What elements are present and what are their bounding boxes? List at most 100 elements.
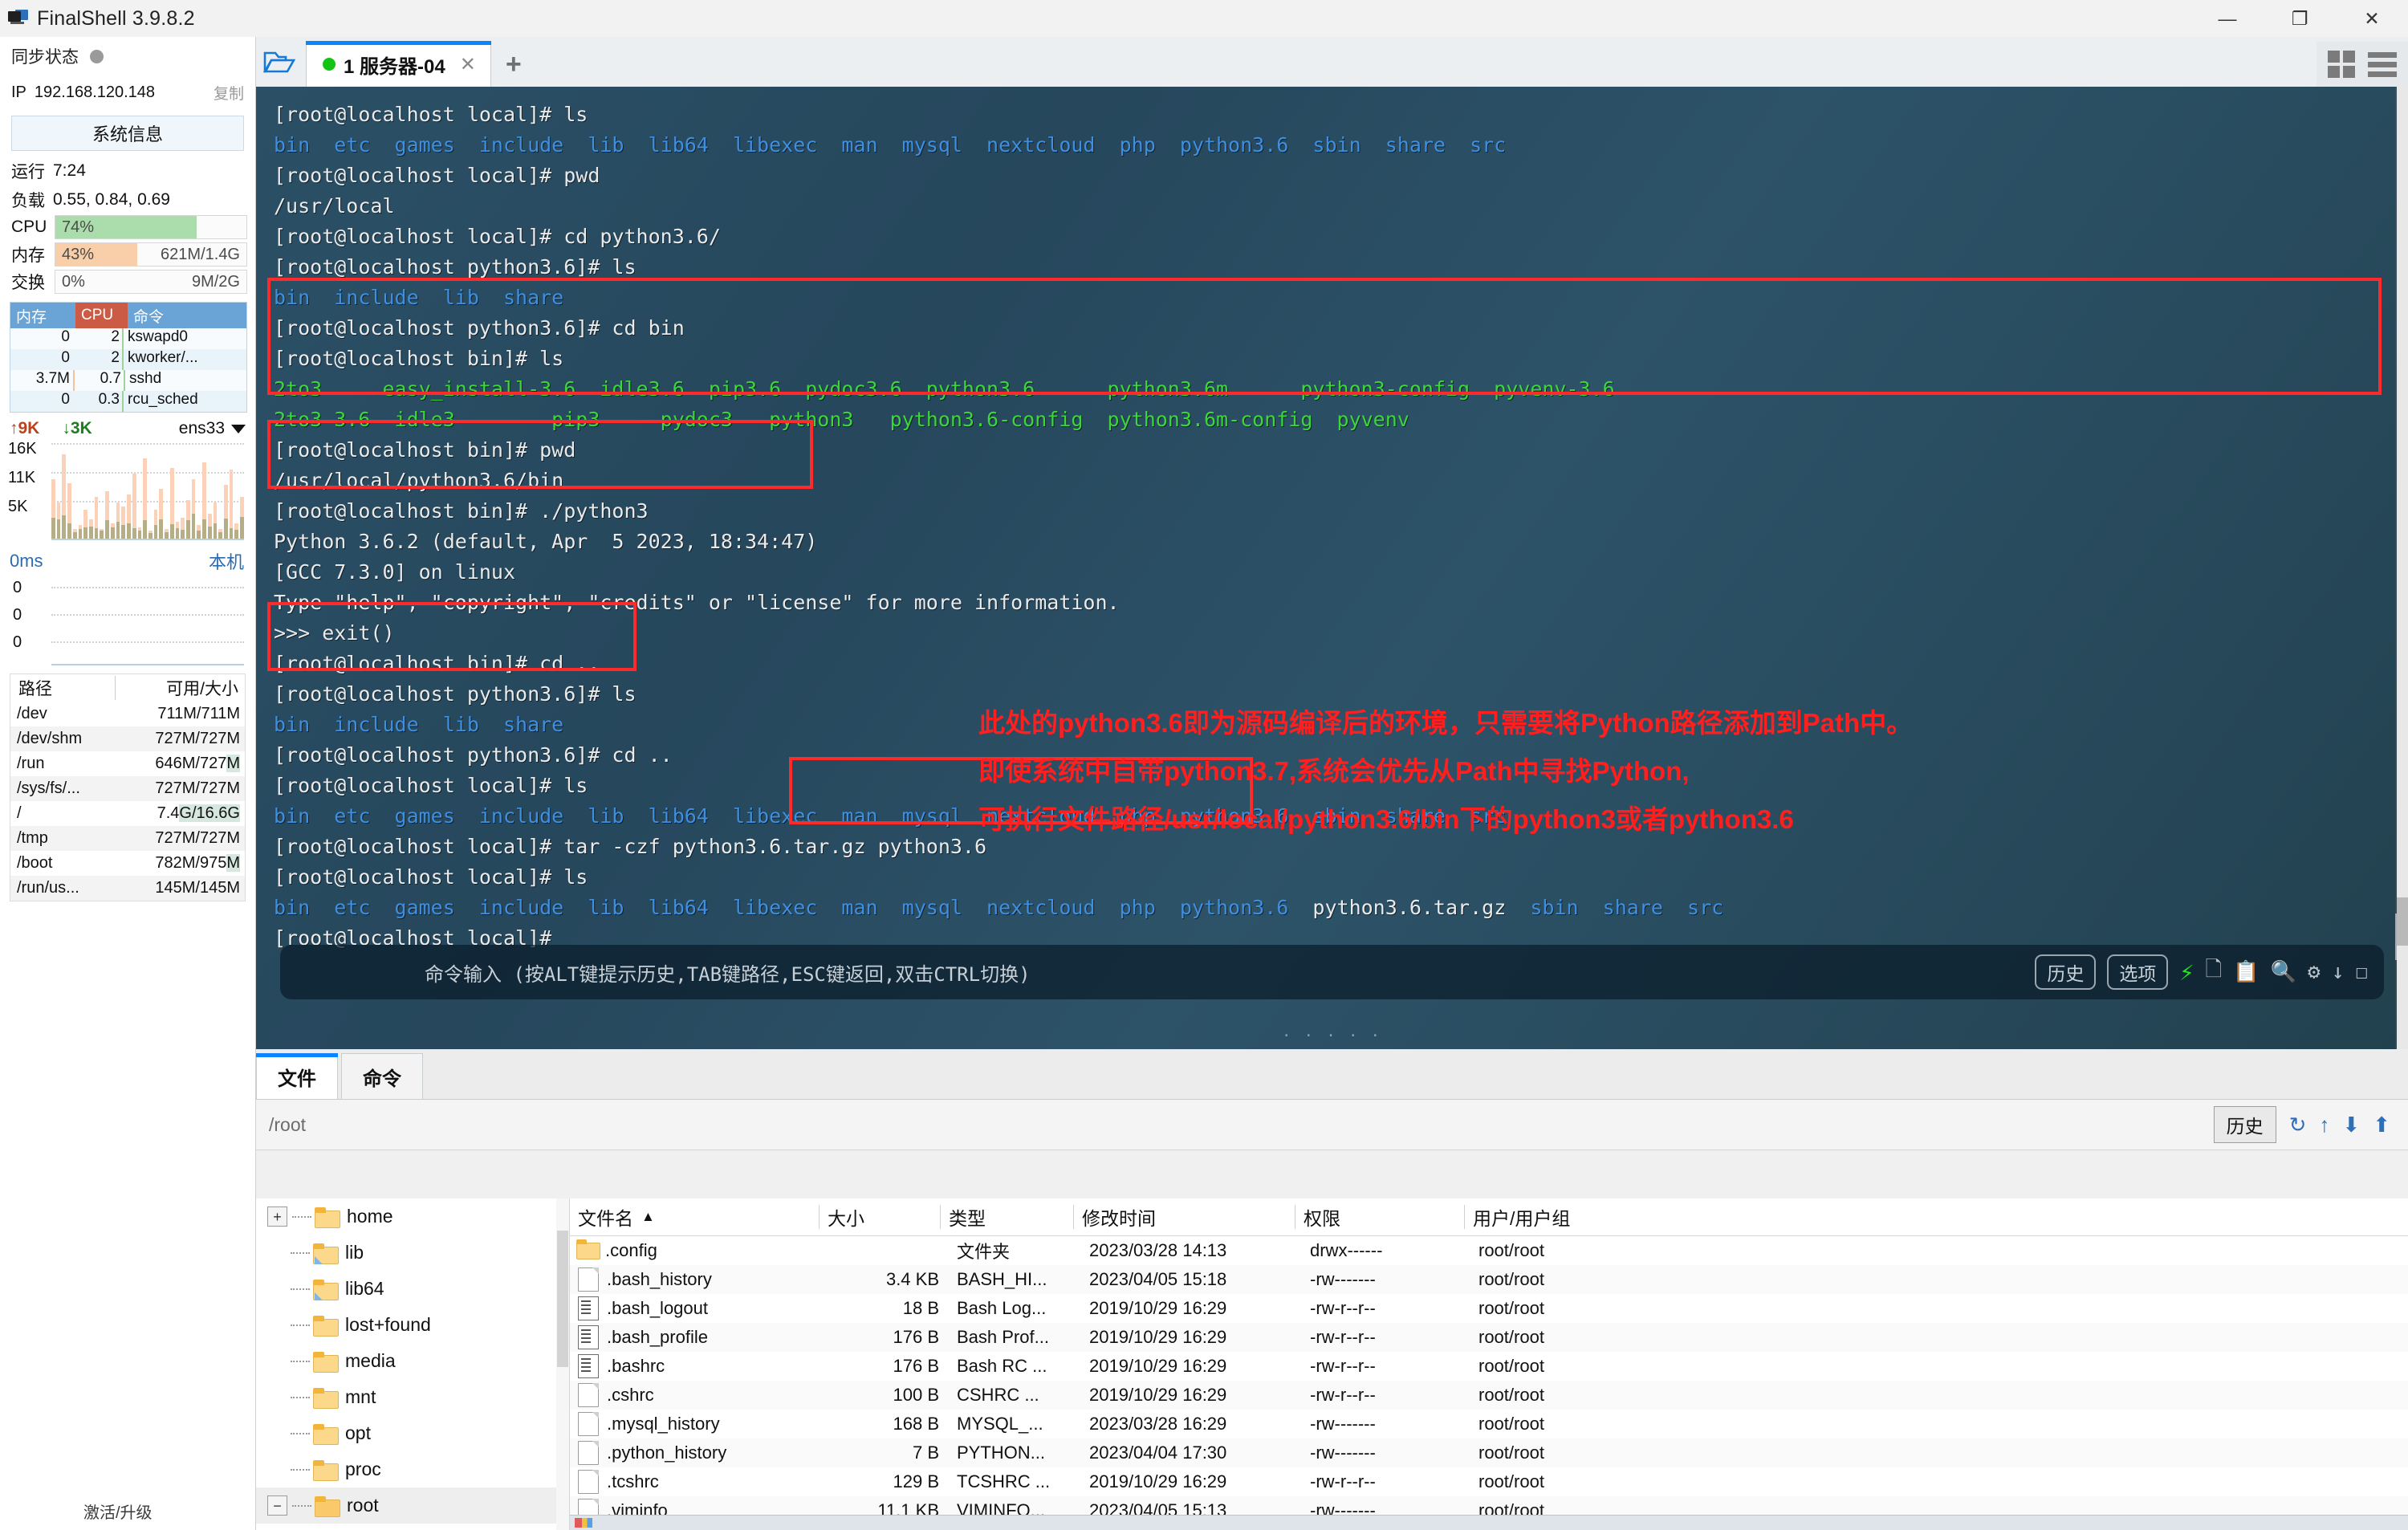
panel-resize-handle[interactable]: · · · · · xyxy=(1282,1027,1382,1044)
net-bar xyxy=(207,443,212,539)
open-folder-icon[interactable] xyxy=(256,37,303,87)
file-permissions: -rw------- xyxy=(1310,1269,1376,1289)
process-header-cmd[interactable]: 命令 xyxy=(128,303,246,328)
upload-arrow-icon[interactable]: ↑ xyxy=(2319,1113,2329,1137)
tree-node-label: proc xyxy=(345,1459,381,1479)
file-row[interactable]: .config 文件夹 2023/03/28 14:13 drwx------ root… xyxy=(570,1236,2408,1265)
disk-row[interactable]: /boot 782M/975M xyxy=(10,851,245,876)
tree-expander[interactable]: − xyxy=(267,1495,287,1516)
header-owner-group[interactable]: 用户/用户组 xyxy=(1464,1205,1649,1229)
disk-row[interactable]: /sys/fs/... 727M/727M xyxy=(10,776,245,801)
process-mem: 3.7M xyxy=(10,370,75,391)
current-path[interactable]: /root xyxy=(269,1114,306,1136)
tree-node-mnt[interactable]: mnt xyxy=(256,1379,569,1415)
minimize-button[interactable]: — xyxy=(2191,0,2264,37)
process-cpu: 2 xyxy=(73,349,124,370)
tree-node-lib[interactable]: lib xyxy=(256,1235,569,1271)
meter-percent: 43% xyxy=(62,246,95,263)
tree-node-media[interactable]: media xyxy=(256,1343,569,1379)
net-bar xyxy=(197,443,201,539)
process-row[interactable]: 0 0.3 rcu_sched xyxy=(10,391,246,412)
meter-label: 内存 xyxy=(11,246,45,265)
window-icon[interactable]: ☐ xyxy=(2355,960,2368,984)
file-history-button[interactable]: 历史 xyxy=(2213,1106,2276,1143)
tree-node-config[interactable]: .config xyxy=(256,1524,569,1530)
disk-header-path[interactable]: 路径 xyxy=(10,676,115,700)
header-type[interactable]: 类型 xyxy=(940,1205,1073,1229)
bolt-icon[interactable]: ⚡ xyxy=(2179,958,2194,987)
command-input-bar[interactable]: 命令输入 (按ALT键提示历史,TAB键路径,ESC键返回,双击CTRL切换) … xyxy=(280,945,2384,999)
tab-commands[interactable]: 命令 xyxy=(341,1053,423,1099)
copy-ip-button[interactable]: 复制 xyxy=(214,82,244,104)
tree-expander[interactable]: + xyxy=(267,1207,287,1227)
file-row[interactable]: .python_history 7 B PYTHON... 2023/04/04 17… xyxy=(570,1438,2408,1467)
process-row[interactable]: 0 2 kswapd0 xyxy=(10,328,246,349)
disk-row[interactable]: /tmp 727M/727M xyxy=(10,826,245,851)
disk-row[interactable]: /dev/shm 727M/727M xyxy=(10,726,245,751)
tree-node-lost+found[interactable]: lost+found xyxy=(256,1307,569,1343)
file-row[interactable]: .bash_logout 18 B Bash Log... 2019/10/29 16… xyxy=(570,1294,2408,1323)
header-filename[interactable]: 文件名 ▲ xyxy=(570,1205,819,1229)
disk-row[interactable]: /run/us... 145M/145M xyxy=(10,876,245,901)
header-permissions[interactable]: 权限 xyxy=(1295,1205,1464,1229)
copy-icon[interactable]: 🗋 xyxy=(2205,954,2222,990)
list-view-icon[interactable] xyxy=(2368,51,2397,77)
activate-upgrade-link[interactable]: 激活/升级 xyxy=(83,1499,153,1523)
tree-scrollbar[interactable] xyxy=(556,1198,569,1530)
terminal-history-button[interactable]: 历史 xyxy=(2035,954,2097,990)
download-icon[interactable]: ↓ xyxy=(2332,960,2345,984)
download-to-disk-icon[interactable]: ⬇ xyxy=(2342,1113,2360,1137)
tree-node-lib64[interactable]: lib64 xyxy=(256,1271,569,1307)
tree-node-proc[interactable]: proc xyxy=(256,1451,569,1487)
tree-node-opt[interactable]: opt xyxy=(256,1415,569,1451)
close-button[interactable]: ✕ xyxy=(2336,0,2408,37)
gear-icon[interactable]: ⚙ xyxy=(2308,960,2321,984)
system-info-button[interactable]: 系统信息 xyxy=(11,116,244,151)
disk-header-size[interactable]: 可用/大小 xyxy=(115,676,245,700)
new-tab-button[interactable]: + xyxy=(491,42,536,87)
file-row[interactable]: .cshrc 100 B CSHRC ... 2019/10/29 16:29 -rw-… xyxy=(570,1381,2408,1410)
net-bar xyxy=(94,443,99,539)
header-modified-time[interactable]: 修改时间 xyxy=(1073,1205,1295,1229)
file-row[interactable]: .mysql_history 168 B MYSQL_... 2023/03/28 1… xyxy=(570,1410,2408,1438)
tree-node-home[interactable]: + home xyxy=(256,1198,569,1235)
main-scrollbar[interactable] xyxy=(2397,87,2408,1049)
session-tab[interactable]: 1 服务器-04 ✕ xyxy=(306,41,491,87)
maximize-button[interactable]: ❐ xyxy=(2264,0,2336,37)
paste-icon[interactable]: 📋 xyxy=(2233,960,2259,984)
file-type: 文件夹 xyxy=(957,1242,1011,1262)
search-icon[interactable]: 🔍 xyxy=(2271,960,2296,984)
disk-size: 727M/727M xyxy=(155,829,240,847)
terminal-panel[interactable]: [root@localhost local]# ls bin etc games … xyxy=(256,87,2408,1049)
terminal-line: [root@localhost bin]# ./python3 xyxy=(274,499,649,523)
terminal-line: [root@localhost bin]# ls xyxy=(274,347,564,370)
header-size[interactable]: 大小 xyxy=(819,1205,940,1229)
upload-from-disk-icon[interactable]: ⬆ xyxy=(2373,1113,2390,1137)
disk-row[interactable]: / 7.4G/16.6G xyxy=(10,801,245,826)
file-row[interactable]: .bash_history 3.4 KB BASH_HI... 2023/04/05 … xyxy=(570,1265,2408,1294)
process-row[interactable]: 3.7M 0.7 sshd xyxy=(10,370,246,391)
terminal-line: [root@localhost python3.6]# ls xyxy=(274,255,637,279)
disk-row[interactable]: /dev 711M/711M xyxy=(10,702,245,726)
file-modified-time: 2023/04/04 17:30 xyxy=(1089,1443,1227,1463)
network-interface-selector[interactable]: ens33 xyxy=(179,419,246,438)
download-rate: ↓3K xyxy=(62,419,92,437)
grid-view-icon[interactable] xyxy=(2328,51,2355,78)
file-row[interactable]: .bash_profile 176 B Bash Prof... 2019/10/29… xyxy=(570,1323,2408,1352)
file-row[interactable]: .tcshrc 129 B TCSHRC ... 2019/10/29 16:29 -r… xyxy=(570,1467,2408,1496)
net-bar xyxy=(137,443,142,539)
process-header-mem[interactable]: 内存 xyxy=(10,303,75,328)
disk-size: 782M/975M xyxy=(155,854,240,872)
disk-row[interactable]: /run 646M/727M xyxy=(10,751,245,776)
terminal-options-button[interactable]: 选项 xyxy=(2107,954,2169,990)
tab-files[interactable]: 文件 xyxy=(256,1053,338,1099)
tree-node-root[interactable]: − root xyxy=(256,1487,569,1524)
file-owner-group: root/root xyxy=(1479,1327,1544,1347)
refresh-icon[interactable]: ↻ xyxy=(2289,1113,2307,1137)
file-owner-group: root/root xyxy=(1479,1298,1544,1318)
process-row[interactable]: 0 2 kworker/... xyxy=(10,349,246,370)
process-header-cpu[interactable]: CPU xyxy=(75,303,128,328)
net-bar xyxy=(132,443,136,539)
close-tab-icon[interactable]: ✕ xyxy=(460,53,476,76)
file-row[interactable]: .bashrc 176 B Bash RC ... 2019/10/29 16:29 -… xyxy=(570,1352,2408,1381)
